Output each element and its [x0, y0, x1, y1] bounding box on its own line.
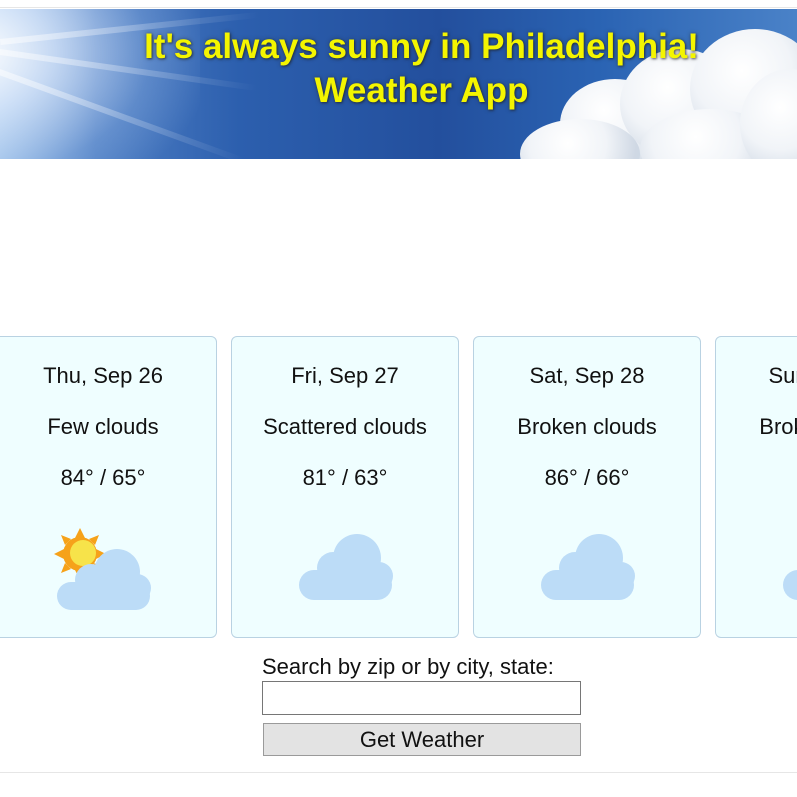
cloud-icon	[783, 570, 797, 600]
forecast-temps: 8	[716, 464, 797, 492]
forecast-description: Broken clouds	[759, 414, 797, 439]
forecast-temps: 81° / 63°	[302, 465, 388, 490]
forecast-card: Fri, Sep 27 Scattered clouds 81° / 63°	[231, 336, 459, 638]
top-divider	[0, 0, 797, 8]
forecast-card: Thu, Sep 26 Few clouds 84° / 65°	[0, 336, 217, 638]
forecast-date: Sun, Sep 29	[768, 363, 797, 388]
search-form: Search by zip or by city, state: Get Wea…	[262, 653, 582, 756]
forecast-temps: 84° / 65°	[60, 465, 146, 490]
forecast-description: Scattered clouds	[263, 414, 427, 439]
search-label: Search by zip or by city, state:	[262, 654, 554, 679]
forecast-row: Thu, Sep 26 Few clouds 84° / 65° Fri, Se…	[0, 336, 797, 638]
cloud-icon	[541, 534, 635, 600]
sun-behind-cloud-icon	[54, 528, 151, 610]
get-weather-button[interactable]: Get Weather	[263, 723, 581, 756]
app-title-line1: It's always sunny in Philadelphia!	[144, 27, 699, 66]
forecast-date: Thu, Sep 26	[43, 363, 163, 388]
app-title: It's always sunny in Philadelphia! Weath…	[0, 25, 797, 113]
forecast-description: Broken clouds	[517, 414, 657, 439]
forecast-date: Fri, Sep 27	[291, 363, 399, 388]
bottom-divider	[0, 772, 797, 773]
forecast-card: Sat, Sep 28 Broken clouds 86° / 66°	[473, 336, 701, 638]
forecast-description: Few clouds	[47, 414, 159, 439]
forecast-date: Sat, Sep 28	[529, 363, 645, 388]
header-banner: It's always sunny in Philadelphia! Weath…	[0, 9, 797, 159]
app-title-line2: Weather App	[314, 71, 529, 110]
forecast-card: Sun, Sep 29 Broken clouds 8	[715, 336, 797, 638]
cloud-icon	[299, 534, 393, 600]
search-input[interactable]	[262, 681, 581, 715]
forecast-temps: 86° / 66°	[544, 465, 630, 490]
